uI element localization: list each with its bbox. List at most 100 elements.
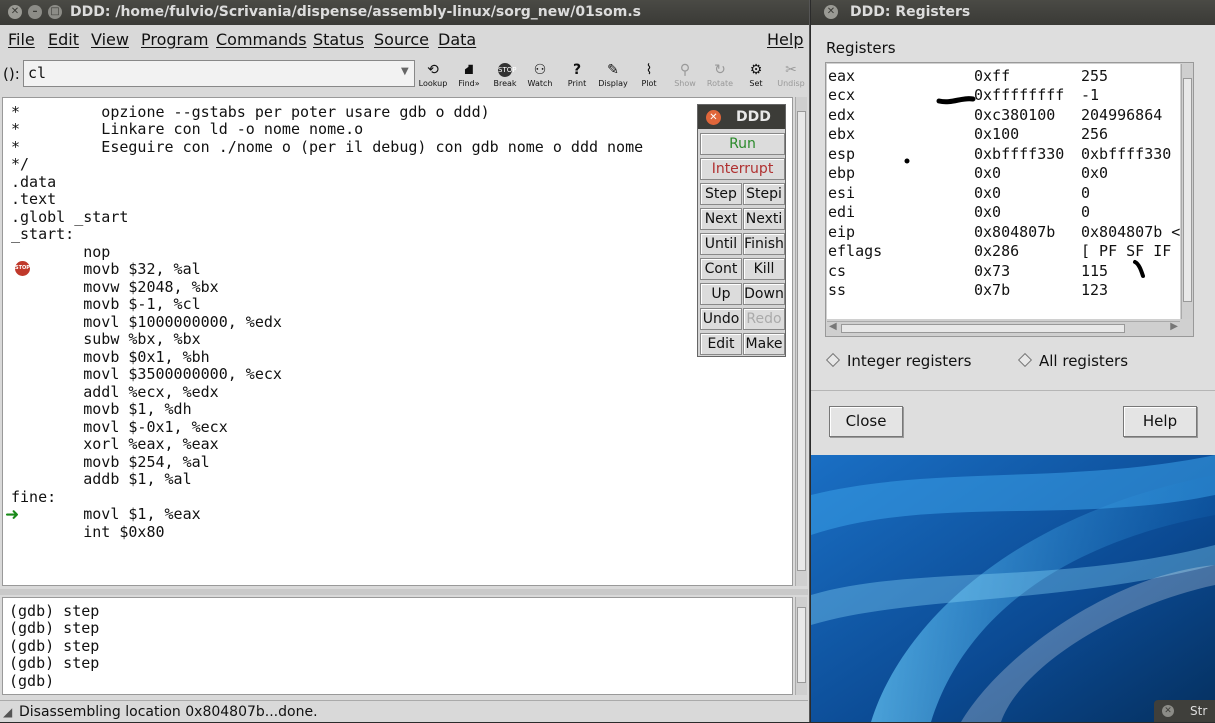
down-button[interactable]: Down [743, 283, 785, 305]
register-hex: 0xc380100 [974, 106, 1056, 124]
redo-button: Redo [743, 308, 785, 330]
register-hex: 0x0 [974, 164, 1002, 182]
register-row[interactable]: cs 0x73 115 [827, 261, 1180, 280]
source-line: */ [11, 155, 30, 173]
watch-button[interactable]: ⚇ Watch [523, 61, 557, 91]
register-row[interactable]: ebx 0x100 256 [827, 124, 1180, 143]
register-value: 0x804807b < [1081, 223, 1180, 241]
console-line: (gdb) step [9, 619, 100, 637]
register-name: eflags [828, 242, 883, 260]
chevron-down-icon[interactable]: ▼ [401, 66, 409, 77]
registers-list[interactable]: eax 0xff 255 ecx 0xffffffff -1 edx 0xc380100 2… [827, 64, 1180, 319]
stepi-button[interactable]: Stepi [743, 183, 785, 205]
console-scroll-thumb[interactable] [797, 607, 806, 683]
register-row[interactable]: esi 0x0 0 [827, 183, 1180, 202]
register-row[interactable]: esp 0xbffff330 0xbffff330 [827, 144, 1180, 163]
source-line: movb $254, %al [11, 453, 210, 471]
interrupt-button[interactable]: Interrupt [700, 158, 785, 180]
taskbar-button[interactable]: ✕ Str [1154, 700, 1215, 722]
register-hex: 0x0 [974, 184, 1002, 202]
close-icon[interactable]: ✕ [706, 110, 721, 125]
command-tool-titlebar[interactable]: ✕ DDD [698, 105, 785, 129]
window-minimize-icon[interactable]: – [28, 5, 42, 19]
gdb-console[interactable]: (gdb) step (gdb) step (gdb) step (gdb) s… [2, 597, 793, 695]
menu-source[interactable]: Source [374, 30, 429, 49]
source-line: fine: [11, 488, 57, 506]
pane-sash[interactable] [0, 589, 808, 595]
break-button[interactable]: STOP Break [488, 61, 522, 91]
registers-window-title: DDD: Registers [850, 4, 971, 20]
registers-vscroll-thumb[interactable] [1183, 78, 1192, 302]
register-row[interactable]: eflags 0x286 [ PF SF IF [827, 241, 1180, 260]
toolbar: (): cl ▼ ⟲ Lookup ⛘ Find» STOP Break ⚇ W… [0, 57, 809, 93]
register-row[interactable]: eip 0x804807b 0x804807b < [827, 222, 1180, 241]
menu-help[interactable]: Help [767, 30, 803, 49]
registers-hscroll-thumb[interactable] [841, 324, 1125, 333]
register-value: 256 [1081, 125, 1109, 143]
window-close-icon[interactable]: ✕ [8, 5, 22, 19]
registers-panel: eax 0xff 255 ecx 0xffffffff -1 edx 0xc380100 2… [825, 62, 1194, 337]
console-scrollbar[interactable] [795, 597, 807, 695]
integer-registers-radio[interactable]: Integer registers [825, 352, 971, 370]
registers-hscrollbar[interactable]: ◀ ▶ [827, 321, 1180, 335]
menu-data[interactable]: Data [438, 30, 476, 49]
register-row[interactable]: ss 0x7b 123 [827, 280, 1180, 299]
register-hex: 0x804807b [974, 223, 1056, 241]
nexti-button[interactable]: Nexti [743, 208, 785, 230]
window-close-icon[interactable]: ✕ [824, 5, 838, 19]
register-value: [ PF SF IF [1081, 242, 1172, 260]
source-line: .globl _start [11, 208, 129, 226]
set-button[interactable]: ⚙ Set [739, 61, 773, 91]
menu-program[interactable]: Program [141, 30, 209, 49]
menu-edit[interactable]: Edit [48, 30, 79, 49]
register-row[interactable]: edi 0x0 0 [827, 202, 1180, 221]
undo-button[interactable]: Undo [700, 308, 742, 330]
register-value: 204996864 [1081, 106, 1163, 124]
all-registers-radio[interactable]: All registers [1017, 352, 1128, 370]
show-button[interactable]: ⚲ Show [668, 61, 702, 91]
edit-button[interactable]: Edit [700, 333, 742, 355]
menu-file[interactable]: File [8, 30, 35, 49]
register-row[interactable]: eax 0xff 255 [827, 66, 1180, 85]
plot-button[interactable]: ⌇ Plot [632, 61, 666, 91]
register-name: eip [828, 223, 856, 241]
register-row[interactable]: ebp 0x0 0x0 [827, 163, 1180, 182]
run-button[interactable]: Run [700, 133, 785, 155]
rotate-button[interactable]: ↻ Rotate [703, 61, 737, 91]
console-line: (gdb) step [9, 637, 100, 655]
menu-status[interactable]: Status [313, 30, 364, 49]
argument-input[interactable]: cl [23, 60, 415, 87]
close-icon[interactable]: ✕ [1162, 705, 1174, 717]
ddd-main-window: ✕ – □ DDD: /home/fulvio/Scrivania/dispen… [0, 0, 810, 722]
source-scroll-thumb[interactable] [797, 111, 806, 571]
source-window[interactable]: * opzione --gstabs per poter usare gdb o… [2, 97, 793, 586]
step-button[interactable]: Step [700, 183, 742, 205]
chevron-left-icon[interactable]: ◀ [829, 321, 837, 332]
register-row[interactable]: edx 0xc380100 204996864 [827, 105, 1180, 124]
register-row[interactable]: ecx 0xffffffff -1 [827, 85, 1180, 104]
menu-view[interactable]: View [91, 30, 129, 49]
until-button[interactable]: Until [700, 233, 742, 255]
up-button[interactable]: Up [700, 283, 742, 305]
menu-commands[interactable]: Commands [216, 30, 307, 49]
stop-sign-icon[interactable]: STOP [15, 261, 30, 276]
register-value: 0xbffff330 [1081, 145, 1172, 163]
undisp-button[interactable]: ✂ Undisp [774, 61, 808, 91]
finish-button[interactable]: Finish [743, 233, 785, 255]
find-button[interactable]: ⛘ Find» [452, 61, 486, 91]
help-button[interactable]: Help [1123, 406, 1197, 437]
lookup-button[interactable]: ⟲ Lookup [416, 61, 450, 91]
print-button[interactable]: ? Print [560, 61, 594, 91]
console-prompt: (gdb) [9, 672, 55, 690]
make-button[interactable]: Make [743, 333, 785, 355]
registers-vscrollbar[interactable] [1181, 64, 1193, 319]
display-button[interactable]: ✎ Display [596, 61, 630, 91]
close-button[interactable]: Close [829, 406, 903, 437]
cont-button[interactable]: Cont [700, 258, 742, 280]
window-maximize-icon[interactable]: □ [48, 5, 62, 19]
source-scrollbar[interactable] [795, 97, 807, 586]
status-bar: ◢ Disassembling location 0x804807b...don… [0, 700, 808, 722]
kill-button[interactable]: Kill [743, 258, 785, 280]
chevron-right-icon[interactable]: ▶ [1170, 321, 1178, 332]
next-button[interactable]: Next [700, 208, 742, 230]
